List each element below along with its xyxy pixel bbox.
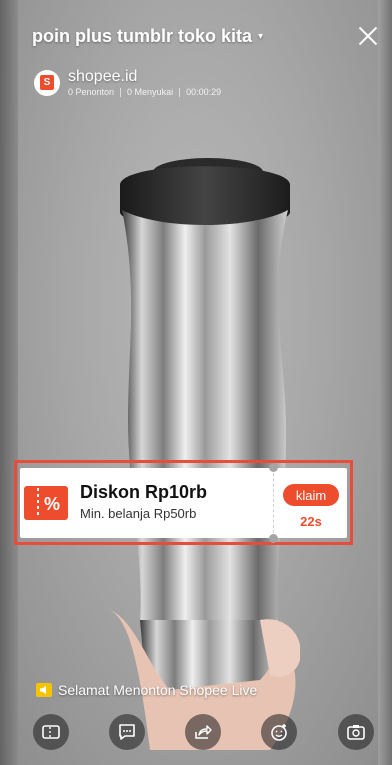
voucher-notch	[269, 534, 278, 543]
camera-flip-icon	[347, 725, 365, 740]
video-edge-right	[378, 0, 392, 765]
chevron-down-icon: ▾	[258, 31, 264, 42]
voucher-divider	[273, 468, 274, 538]
voucher-min-spend: Min. belanja Rp50rb	[80, 506, 197, 521]
viewer-count: 0 Penonton	[68, 87, 115, 97]
welcome-text: Selamat Menonton Shopee Live	[58, 682, 258, 698]
voucher-title: Diskon Rp10rb	[80, 482, 208, 502]
avatar[interactable]: S	[34, 69, 60, 96]
welcome-message: Selamat Menonton Shopee Live	[36, 682, 257, 698]
reaction-button[interactable]	[261, 714, 297, 750]
chat-icon	[119, 724, 135, 740]
shop-info[interactable]: S shopee.id 0 Penonton 0 Menyukai 00:00:…	[34, 68, 221, 97]
live-stream-title-text: poin plus tumblr toko kita	[32, 26, 252, 46]
voucher-card[interactable]: % Diskon Rp10rb Min. belanja Rp50rb klai…	[20, 463, 347, 543]
stats-divider	[120, 87, 122, 97]
like-count: 0 Menyukai	[127, 87, 174, 97]
stream-duration: 00:00:29	[186, 87, 222, 97]
voucher-notch	[269, 463, 278, 472]
video-edge-left	[0, 0, 18, 765]
add-reaction-icon	[271, 724, 287, 741]
voucher-icon: %	[24, 486, 68, 520]
voucher-ticket-icon	[42, 725, 60, 739]
chat-button[interactable]	[109, 714, 145, 750]
voucher-button[interactable]	[33, 714, 69, 750]
share-icon	[195, 725, 212, 739]
shopee-bag-icon: S	[40, 75, 54, 90]
shop-name: shopee.id	[68, 68, 138, 85]
claim-button[interactable]: klaim	[283, 484, 339, 506]
stream-stats: 0 Penonton 0 Menyukai 00:00:29	[68, 87, 221, 97]
announcement-icon	[36, 683, 52, 697]
camera-flip-button[interactable]	[338, 714, 374, 750]
share-button[interactable]	[185, 714, 221, 750]
close-icon[interactable]	[356, 24, 380, 48]
voucher-percent-symbol: %	[44, 494, 60, 514]
live-stream-title[interactable]: poin plus tumblr toko kita ▾	[32, 26, 263, 47]
stats-divider	[179, 87, 181, 97]
voucher-countdown: 22s	[300, 514, 322, 529]
product-tumbler-image	[110, 158, 300, 750]
